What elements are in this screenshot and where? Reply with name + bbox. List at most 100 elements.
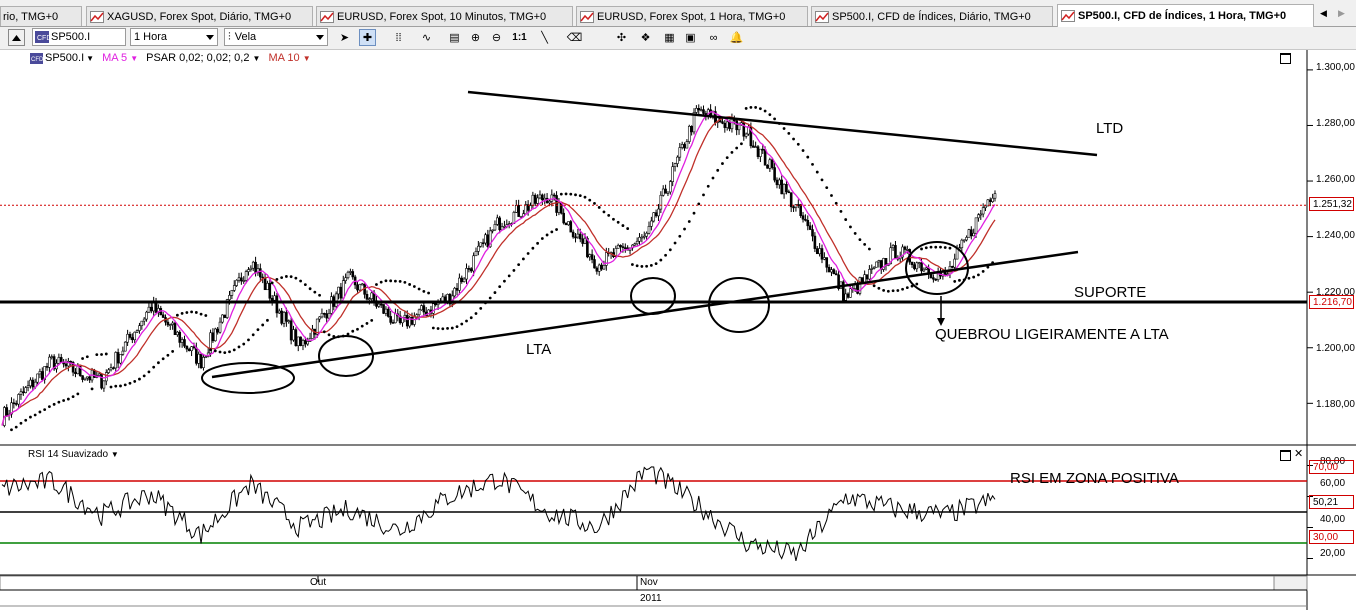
candle-body [365, 293, 369, 300]
candle-body [697, 108, 701, 111]
alert-button[interactable]: 🔔 [728, 29, 745, 46]
candle-body [228, 295, 231, 300]
candle-body [820, 248, 824, 260]
price-tick: 1.280,00 [1316, 118, 1355, 129]
chart-icon [90, 10, 104, 23]
psar-dot [763, 109, 767, 113]
candle-body [211, 332, 215, 342]
list-icon: ▤ [449, 32, 460, 44]
psar-dot [773, 117, 776, 121]
tab-rio[interactable]: rio, TMG+0 [0, 6, 82, 26]
psar-dot [924, 246, 928, 250]
candle-body [683, 144, 686, 149]
psar-dot [360, 324, 364, 328]
candle-body [337, 286, 340, 295]
legend-symbol[interactable]: CFD SP500.I ▼ [30, 52, 94, 64]
candle-body [171, 322, 174, 325]
tools-button[interactable]: ✣ [613, 29, 630, 46]
candle-body [242, 280, 246, 282]
psar-dot [796, 142, 800, 146]
indicator-tool-button[interactable]: ∿ [418, 29, 435, 46]
candle-body [965, 237, 968, 241]
crosshair-icon: ✚ [362, 32, 373, 44]
tab-sp500-1h[interactable]: SP500.I, CFD de Índices, 1 Hora, TMG+0 [1057, 4, 1314, 27]
psar-dot [57, 400, 61, 404]
psar-dot [692, 211, 696, 215]
annotation-lta[interactable]: LTA [526, 341, 551, 358]
annotation-rsi-positiva[interactable]: RSI EM ZONA POSITIVA [1010, 470, 1179, 487]
close-rsi-pane-icon[interactable]: ✕ [1294, 447, 1303, 460]
candle-body [801, 215, 805, 220]
candle-body [621, 246, 625, 248]
psar-dot [85, 355, 89, 359]
link-button[interactable]: ∞ [705, 29, 722, 46]
collapse-toolbar-button[interactable] [8, 29, 25, 46]
tab-sp500-daily[interactable]: SP500.I, CFD de Índices, Diário, TMG+0 [811, 6, 1053, 26]
zoom-in-button[interactable]: ⊕ [467, 29, 484, 46]
candle-body [543, 197, 547, 201]
pointer-tool-button[interactable]: ➤ [336, 29, 353, 46]
psar-dot [882, 288, 886, 292]
crosshair-tool-button[interactable]: ✚ [359, 29, 376, 46]
psar-dot [242, 342, 246, 346]
properties-button[interactable]: ▤ [446, 29, 463, 46]
candle-body [266, 282, 269, 291]
candle-body [263, 277, 267, 291]
tools-icon: ✣ [616, 32, 627, 44]
candle-body [955, 248, 959, 260]
candle-body [138, 325, 141, 331]
trendline-tool-button[interactable]: ╲ [536, 29, 553, 46]
rsi-legend[interactable]: RSI 14 Suavizado ▼ [28, 449, 119, 460]
annotation-quebrou-lta[interactable]: QUEBROU LIGEIRAMENTE A LTA [935, 326, 1169, 343]
psar-dot [711, 176, 715, 180]
tab-eurusd-10min[interactable]: EURUSD, Forex Spot, 10 Minutos, TMG+0 [316, 6, 573, 26]
candle-body [133, 331, 137, 341]
legend-psar[interactable]: PSAR 0,02; 0,02; 0,2 ▼ [146, 52, 260, 64]
psar-dot [877, 286, 881, 290]
grid-icon: ⁞⁞ [395, 31, 402, 44]
chart-type-select[interactable]: ⫶ Vela [224, 28, 328, 46]
psar-dot [379, 280, 383, 284]
annotation-suporte[interactable]: SUPORTE [1074, 284, 1146, 301]
psar-dot [81, 357, 84, 360]
overlay-button[interactable]: ▣ [682, 29, 699, 46]
annotation-ltd[interactable]: LTD [1096, 120, 1123, 137]
legend-ma5[interactable]: MA 5 ▼ [102, 52, 138, 64]
template-button[interactable]: ▦ [661, 29, 678, 46]
candle-body [481, 242, 485, 245]
grid-tool-button[interactable]: ⁞⁞ [390, 29, 407, 46]
caret-down-icon: ▼ [252, 54, 261, 63]
candle-body [97, 373, 101, 376]
candle-body [808, 225, 812, 230]
candle-body [48, 356, 51, 368]
candle-body [567, 221, 570, 226]
candle-body [382, 304, 385, 314]
psar-dot [142, 374, 146, 378]
candle-body [953, 258, 957, 268]
candle-body [974, 217, 978, 234]
tab-eurusd-1h[interactable]: EURUSD, Forex Spot, 1 Hora, TMG+0 [576, 6, 808, 26]
candle-body [915, 262, 919, 270]
candle-body [50, 356, 54, 358]
rsi-tick: 60,00 [1320, 478, 1346, 489]
psar-dot [66, 397, 70, 401]
symbol-select[interactable]: CFD SP500.I [32, 28, 126, 46]
zoom-reset-button[interactable]: 1:1 [511, 29, 528, 46]
candle-body [176, 331, 179, 336]
zoom-out-button[interactable]: ⊖ [488, 29, 505, 46]
candle-body [619, 244, 622, 247]
eraser-tool-button[interactable]: ⌫ [566, 29, 583, 46]
candle-body [147, 306, 151, 313]
timeframe-select[interactable]: 1 Hora [130, 28, 218, 46]
tab-xagusd-daily[interactable]: XAGUSD, Forex Spot, Diário, TMG+0 [86, 6, 313, 26]
maximize-pane-icon[interactable] [1280, 53, 1291, 64]
candle-body [394, 313, 397, 324]
tab-scroll-right-icon[interactable]: ▶ [1338, 8, 1352, 22]
psar-dot [555, 228, 558, 231]
tab-scroll-left-icon[interactable]: ◀ [1320, 8, 1334, 22]
legend-ma10[interactable]: MA 10 ▼ [268, 52, 310, 64]
candle-body [74, 371, 77, 375]
psar-dot [237, 345, 241, 349]
maximize-rsi-pane-icon[interactable] [1280, 450, 1291, 461]
objects-button[interactable]: ❖ [637, 29, 654, 46]
